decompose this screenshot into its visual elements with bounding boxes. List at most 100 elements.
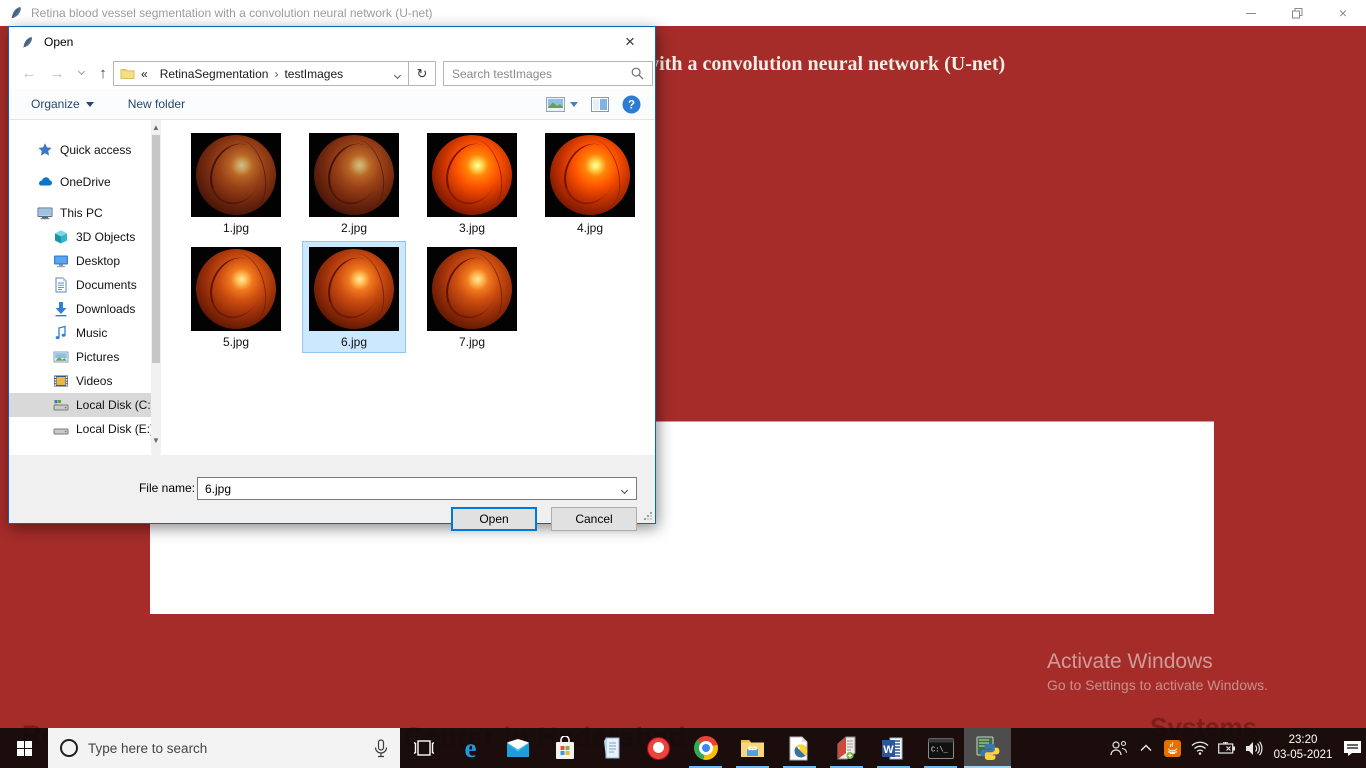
close-button[interactable]: × <box>1320 0 1366 26</box>
file-tile-1[interactable]: 1.jpg <box>184 127 288 239</box>
dialog-footer: File name: Open Cancel <box>9 455 655 523</box>
file-name-label: 7.jpg <box>459 335 485 349</box>
search-input[interactable] <box>444 67 631 81</box>
preview-pane-button[interactable] <box>591 97 609 112</box>
tray-overflow-button[interactable] <box>1132 728 1159 768</box>
refresh-button[interactable]: ↻ <box>409 61 436 86</box>
dialog-titlebar[interactable]: Open × <box>9 27 655 57</box>
sidebar-item-local-disk-c[interactable]: Local Disk (C:) <box>9 393 151 417</box>
cancel-button[interactable]: Cancel <box>551 507 637 531</box>
sidebar-item-label: Music <box>76 326 107 340</box>
sidebar-item-quick-access[interactable]: Quick access <box>9 138 151 162</box>
file-name-label: 1.jpg <box>223 221 249 235</box>
search-icon[interactable] <box>631 67 644 80</box>
battery-icon <box>1218 742 1236 754</box>
taskbar-search-box[interactable] <box>48 728 400 768</box>
new-folder-button[interactable]: New folder <box>128 97 185 111</box>
change-view-button[interactable] <box>546 97 578 112</box>
breadcrumb-current[interactable]: testImages <box>284 67 343 81</box>
hard-disk-icon <box>53 421 69 437</box>
tk-feather-icon <box>9 6 23 20</box>
restore-button[interactable] <box>1274 0 1320 26</box>
sidebar-scrollbar[interactable]: ▲ ▼ <box>151 120 161 455</box>
file-name-field-label: File name: <box>129 481 195 495</box>
breadcrumb-collapsed[interactable]: « <box>141 67 148 81</box>
download-arrow-icon <box>53 301 69 317</box>
people-button[interactable] <box>1105 728 1132 768</box>
taskbar-notepad-plus-plus-button[interactable] <box>823 728 870 768</box>
activate-windows-title: Activate Windows <box>1047 650 1268 674</box>
this-pc-monitor-icon <box>37 205 53 221</box>
sidebar-item-music[interactable]: Music <box>9 321 151 345</box>
nav-history-dropdown[interactable] <box>69 61 93 85</box>
taskbar-word-button[interactable]: W <box>870 728 917 768</box>
python-idle-icon <box>975 735 1001 761</box>
volume-tray-button[interactable] <box>1240 728 1267 768</box>
taskbar-mail-button[interactable] <box>494 728 541 768</box>
organize-label: Organize <box>31 97 80 111</box>
sidebar-item-onedrive[interactable]: OneDrive <box>9 170 151 194</box>
nav-forward-button[interactable]: → <box>45 61 69 85</box>
chevron-down-icon <box>86 102 94 107</box>
sidebar-item-this-pc[interactable]: This PC <box>9 201 151 225</box>
taskbar: e <box>0 728 1366 768</box>
taskbar-command-prompt-button[interactable]: C:\_ <box>917 728 964 768</box>
resize-grip[interactable] <box>644 512 652 520</box>
start-button[interactable] <box>0 728 48 768</box>
taskbar-python-file-button[interactable] <box>776 728 823 768</box>
sidebar-item-pictures[interactable]: Pictures <box>9 345 151 369</box>
help-button[interactable]: ? <box>622 95 641 114</box>
taskbar-python-idle-button[interactable] <box>964 728 1011 768</box>
wifi-tray-button[interactable] <box>1186 728 1213 768</box>
onedrive-cloud-icon <box>37 174 53 190</box>
retina-thumbnail <box>427 133 517 217</box>
dialog-close-button[interactable]: × <box>615 27 645 57</box>
retina-thumbnail <box>309 133 399 217</box>
file-name-input[interactable] <box>198 482 622 496</box>
action-center-button[interactable] <box>1339 728 1366 768</box>
dialog-title: Open <box>44 35 73 49</box>
file-name-dropdown-icon[interactable] <box>622 482 627 496</box>
battery-tray-button[interactable] <box>1213 728 1240 768</box>
file-name-combobox <box>197 477 637 500</box>
taskbar-file-explorer-button[interactable] <box>729 728 776 768</box>
file-tile-7[interactable]: 7.jpg <box>420 241 524 353</box>
sidebar-item-downloads[interactable]: Downloads <box>9 297 151 321</box>
taskbar-search-input[interactable] <box>88 741 374 756</box>
taskbar-clock[interactable]: 23:20 03-05-2021 <box>1267 733 1339 763</box>
nav-up-button[interactable]: ↑ <box>91 61 115 85</box>
task-view-button[interactable] <box>400 728 447 768</box>
scrollbar-up-arrow[interactable]: ▲ <box>151 120 161 134</box>
file-tile-4[interactable]: 4.jpg <box>538 127 642 239</box>
taskbar-notepad-button[interactable] <box>588 728 635 768</box>
taskbar-edge-button[interactable]: e <box>447 728 494 768</box>
breadcrumb-parent[interactable]: RetinaSegmentation <box>160 67 269 81</box>
sidebar-item-documents[interactable]: Documents <box>9 273 151 297</box>
taskbar-store-button[interactable] <box>541 728 588 768</box>
file-tile-5[interactable]: 5.jpg <box>184 241 288 353</box>
java-update-tray-button[interactable] <box>1159 728 1186 768</box>
taskbar-chrome-button[interactable] <box>682 728 729 768</box>
scrollbar-thumb[interactable] <box>152 135 160 363</box>
breadcrumb-dropdown-icon[interactable] <box>395 67 400 81</box>
scrollbar-down-arrow[interactable]: ▼ <box>151 433 161 447</box>
organize-menu-button[interactable]: Organize <box>31 97 94 111</box>
sidebar-item-local-disk-e[interactable]: Local Disk (E:) <box>9 417 151 441</box>
file-tile-6-selected[interactable]: 6.jpg <box>302 241 406 353</box>
nav-back-button[interactable]: ← <box>17 61 41 85</box>
taskbar-browser-button[interactable] <box>635 728 682 768</box>
music-note-icon <box>53 325 69 341</box>
search-box <box>443 61 653 86</box>
file-name-label: 2.jpg <box>341 221 367 235</box>
file-explorer-icon <box>740 738 765 759</box>
sidebar-item-3d-objects[interactable]: 3D Objects <box>9 225 151 249</box>
microphone-icon[interactable] <box>374 739 388 758</box>
file-tile-2[interactable]: 2.jpg <box>302 127 406 239</box>
address-breadcrumb[interactable]: « RetinaSegmentation › testImages <box>113 61 409 86</box>
minimize-button[interactable] <box>1228 0 1274 26</box>
microsoft-store-icon <box>554 736 576 760</box>
sidebar-item-videos[interactable]: Videos <box>9 369 151 393</box>
file-tile-3[interactable]: 3.jpg <box>420 127 524 239</box>
open-button[interactable]: Open <box>451 507 537 531</box>
sidebar-item-desktop[interactable]: Desktop <box>9 249 151 273</box>
